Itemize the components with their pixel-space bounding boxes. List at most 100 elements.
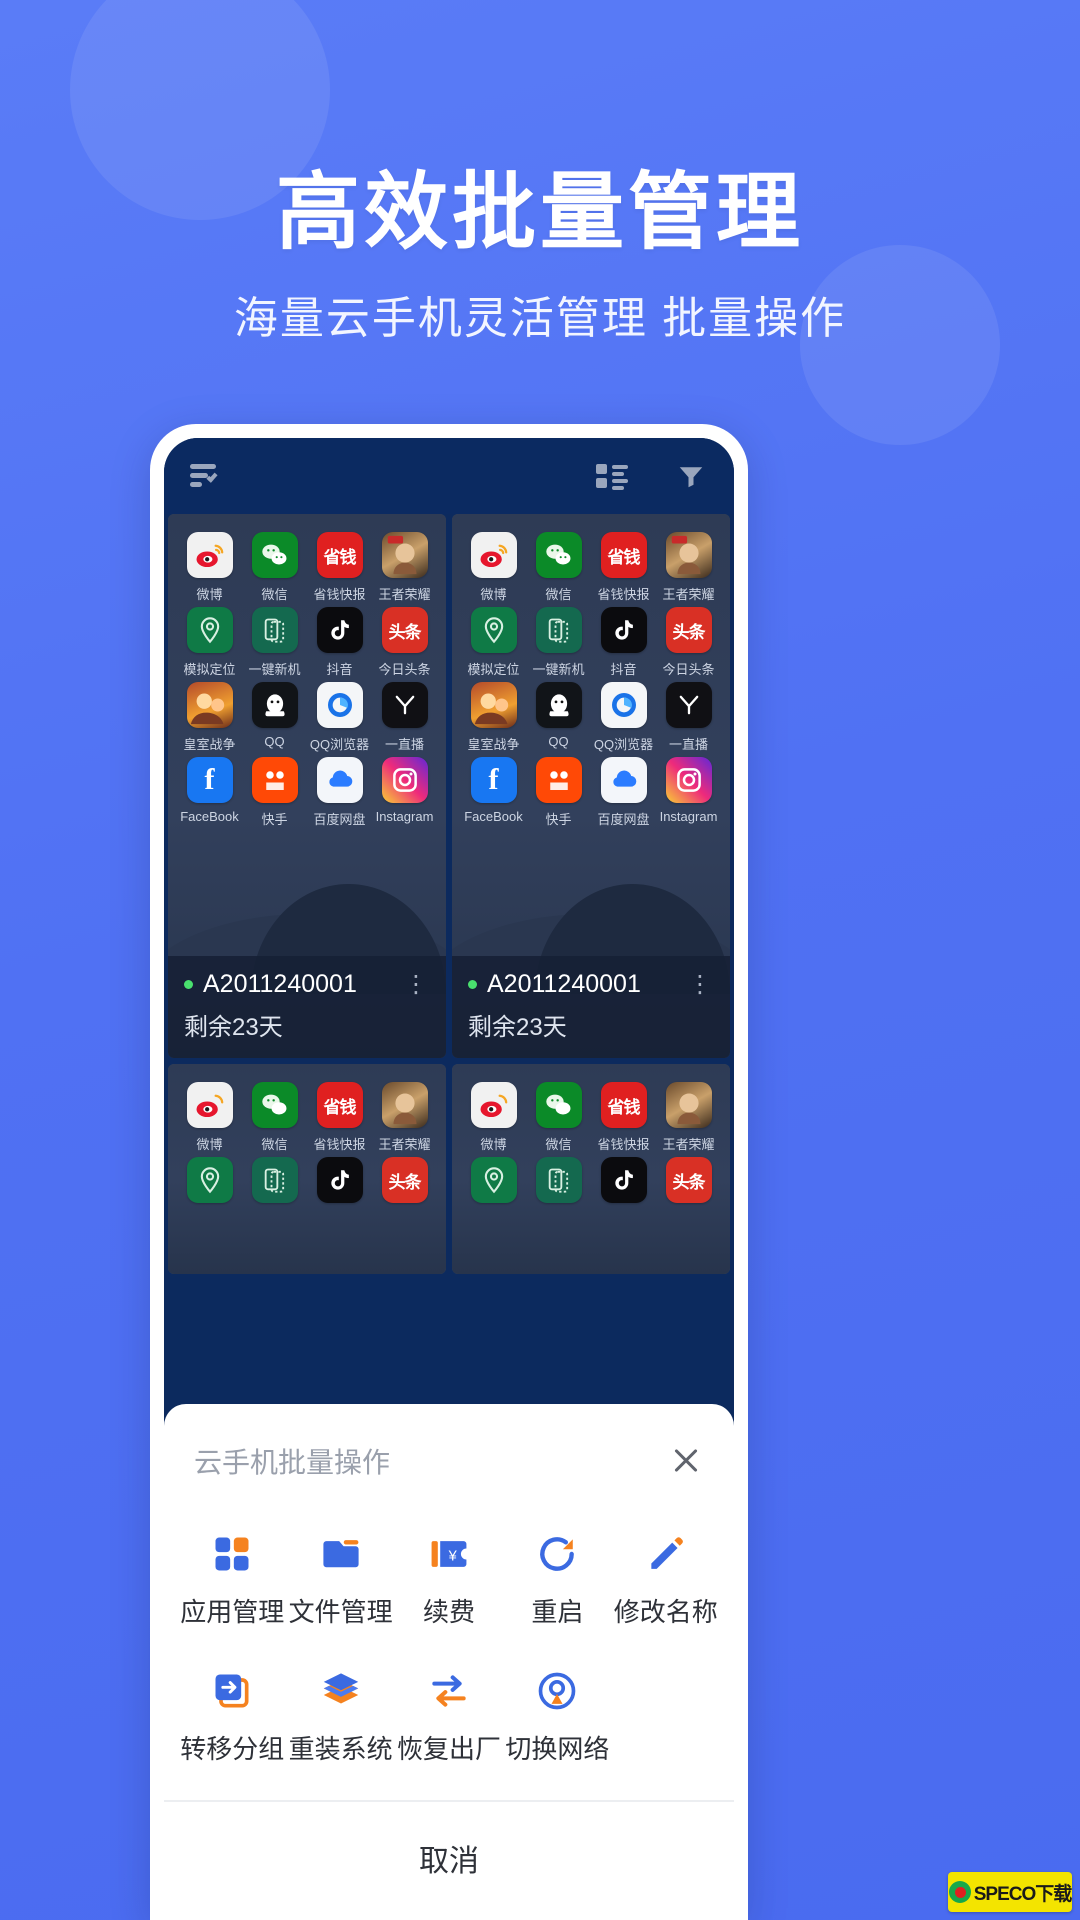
app-tile[interactable]: 模拟定位 (178, 607, 241, 678)
app-tile[interactable]: 抖音 (308, 607, 371, 678)
device-card[interactable]: 微博 微信 省钱 省钱快报 (452, 1064, 730, 1274)
app-tile[interactable]: 一键新机 (527, 607, 590, 678)
app-tile[interactable]: 王者荣耀 (657, 532, 720, 603)
action-move-group[interactable]: 转移分组 (178, 1669, 286, 1766)
device-more-icon[interactable]: ⋮ (688, 972, 714, 996)
app-tile[interactable]: 一直播 (657, 682, 720, 753)
app-tile[interactable]: 微信 (243, 532, 306, 603)
app-tile[interactable]: 头条 (657, 1157, 720, 1203)
app-tile[interactable]: 微信 (527, 1082, 590, 1153)
weibo-icon (186, 532, 233, 578)
action-restart[interactable]: 重启 (503, 1532, 611, 1629)
app-tile[interactable]: 抖音 (592, 607, 655, 678)
app-tile[interactable]: 微博 (462, 1082, 525, 1153)
app-tile[interactable]: 省钱 省钱快报 (308, 532, 371, 603)
phone-mockup: 微博 微信 省钱 省钱快报 王者荣耀 模拟定位 一键新机 抖音 头条 今日头条 … (150, 424, 748, 1920)
factory-reset-icon (427, 1669, 471, 1713)
weibo-icon (470, 1082, 517, 1128)
action-factory-reset[interactable]: 恢复出厂 (395, 1669, 503, 1766)
action-label: 转移分组 (180, 1734, 285, 1764)
action-switch-network[interactable]: 切换网络 (503, 1669, 611, 1766)
app-tile[interactable]: 微信 (243, 1082, 306, 1153)
app-label: 微信 (545, 587, 572, 602)
app-tile[interactable]: 百度网盘 (308, 757, 371, 828)
app-tile[interactable]: f FaceBook (462, 757, 525, 828)
app-tile[interactable]: 模拟定位 (462, 607, 525, 678)
app-tile[interactable]: QQ浏览器 (308, 682, 371, 753)
device-card[interactable]: 微博 微信 省钱 省钱快报 (168, 514, 446, 1058)
batch-operation-sheet: 云手机批量操作 应用管理 文件管理 ¥ 续费 重启 修改名称 转移分组 重装系统… (164, 1404, 734, 1920)
app-tile[interactable]: 王者荣耀 (373, 532, 436, 603)
app-tile[interactable]: 快手 (527, 757, 590, 828)
app-tile[interactable]: Instagram (373, 757, 436, 828)
app-label: 一直播 (384, 737, 424, 752)
action-renew[interactable]: ¥ 续费 (395, 1532, 503, 1629)
app-label: 抖音 (326, 662, 353, 677)
app-tile[interactable]: 皇室战争 (462, 682, 525, 753)
app-tile[interactable] (462, 1157, 525, 1203)
cancel-button[interactable]: 取消 (164, 1802, 734, 1920)
app-tile[interactable]: 省钱 省钱快报 (592, 532, 655, 603)
app-label: 模拟定位 (467, 662, 520, 677)
shengqian-icon: 省钱 (600, 1082, 647, 1128)
app-tile[interactable]: 微信 (527, 532, 590, 603)
app-tile[interactable]: 微博 (462, 532, 525, 603)
instagram-icon (665, 757, 712, 803)
action-file-management[interactable]: 文件管理 (286, 1532, 394, 1629)
toutiao-icon: 头条 (381, 1157, 428, 1203)
app-tile[interactable]: 一键新机 (243, 607, 306, 678)
wangzhe-icon (381, 532, 428, 578)
new-device-icon (535, 1157, 582, 1203)
app-tile[interactable]: QQ浏览器 (592, 682, 655, 753)
filter-icon[interactable] (674, 461, 708, 491)
app-tile[interactable]: 省钱 省钱快报 (308, 1082, 371, 1153)
app-tile[interactable]: QQ (527, 682, 590, 753)
douyin-icon (316, 607, 363, 653)
app-tile[interactable]: 快手 (243, 757, 306, 828)
app-tile[interactable]: f FaceBook (178, 757, 241, 828)
app-tile[interactable]: 头条 (373, 1157, 436, 1203)
app-tile[interactable] (592, 1157, 655, 1203)
app-tile[interactable]: 省钱 省钱快报 (592, 1082, 655, 1153)
baidu-pan-icon (600, 757, 647, 803)
shengqian-icon: 省钱 (316, 1082, 363, 1128)
instagram-icon (381, 757, 428, 803)
action-rename[interactable]: 修改名称 (612, 1532, 720, 1629)
weibo-icon (186, 1082, 233, 1128)
weibo-icon (470, 532, 517, 578)
close-icon[interactable] (668, 1443, 704, 1479)
checklist-icon[interactable] (190, 461, 224, 491)
action-reinstall-system[interactable]: 重装系统 (286, 1669, 394, 1766)
app-tile[interactable] (178, 1157, 241, 1203)
app-tile[interactable]: 头条 今日头条 (373, 607, 436, 678)
app-label: 今日头条 (378, 662, 431, 677)
app-tile[interactable]: 王者荣耀 (373, 1082, 436, 1153)
app-tile[interactable]: 一直播 (373, 682, 436, 753)
app-tile[interactable] (243, 1157, 306, 1203)
app-tile[interactable]: 皇室战争 (178, 682, 241, 753)
yizhibo-icon (665, 682, 712, 728)
app-tile[interactable]: 微博 (178, 1082, 241, 1153)
app-tile[interactable]: 头条 今日头条 (657, 607, 720, 678)
device-card[interactable]: 微博 微信 省钱 省钱快报 (168, 1064, 446, 1274)
device-remaining: 剩余23天 (468, 1014, 567, 1041)
app-tile[interactable]: QQ (243, 682, 306, 753)
device-more-icon[interactable]: ⋮ (404, 972, 430, 996)
app-label: 省钱快报 (313, 587, 366, 602)
device-info-bar: A2011240001 ⋮ 剩余23天 (452, 956, 730, 1058)
app-tile[interactable] (527, 1157, 590, 1203)
device-card[interactable]: 微博 微信 省钱 省钱快报 (452, 514, 730, 1058)
app-tile[interactable]: 百度网盘 (592, 757, 655, 828)
app-label: QQ (264, 734, 285, 749)
app-tile[interactable]: 王者荣耀 (657, 1082, 720, 1153)
app-tile[interactable]: 微博 (178, 532, 241, 603)
app-label: QQ浏览器 (309, 737, 370, 752)
app-label: FaceBook (180, 809, 239, 824)
app-label: FaceBook (464, 809, 523, 824)
action-app-management[interactable]: 应用管理 (178, 1532, 286, 1629)
wechat-icon (535, 532, 582, 578)
clash-royale-icon (470, 682, 517, 728)
app-tile[interactable] (308, 1157, 371, 1203)
app-tile[interactable]: Instagram (657, 757, 720, 828)
grid-list-icon[interactable] (596, 461, 630, 491)
